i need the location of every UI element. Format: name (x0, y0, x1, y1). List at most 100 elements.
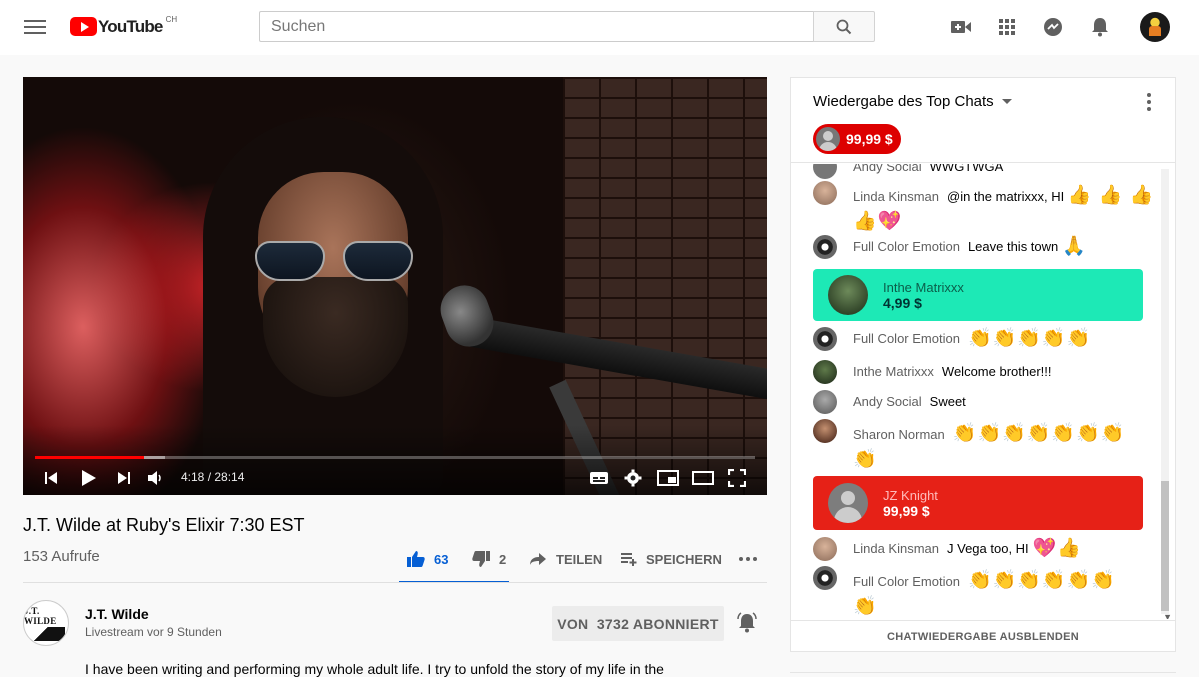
chat-author[interactable]: Andy Social (853, 164, 922, 177)
superchat-message[interactable]: Inthe Matrixxx 4,99 $ (813, 269, 1143, 321)
video-player[interactable]: 4:18 / 28:14 (23, 77, 767, 495)
chat-scrollbar[interactable] (1161, 169, 1169, 614)
search-button[interactable] (813, 11, 875, 42)
chat-messages: Andy Social WWGTWGA Linda Kinsman @in the… (791, 164, 1175, 619)
search-icon (836, 19, 852, 34)
chat-author[interactable]: Inthe Matrixxx (853, 362, 934, 382)
thumbs-up-icon (407, 551, 425, 567)
chat-text: Sweet (929, 394, 966, 409)
settings-gear-icon[interactable] (624, 467, 642, 489)
avatar (813, 327, 837, 351)
scroll-down-arrow-icon[interactable]: ▼ (1163, 612, 1172, 619)
chat-author[interactable]: Sharon Norman (853, 427, 945, 442)
chat-author[interactable]: Full Color Emotion (853, 574, 960, 589)
superchat-ticker[interactable]: 99,99 $ (813, 124, 901, 154)
chat-mode-dropdown[interactable]: Wiedergabe des Top Chats (813, 93, 1012, 110)
messages-icon[interactable] (1042, 16, 1064, 38)
view-count: 153 Aufrufe (23, 548, 100, 565)
top-bar: YouTube CH (0, 0, 1199, 55)
dislike-button[interactable]: 2 (471, 548, 506, 570)
subscribed-button[interactable]: VON 3732 ABONNIERT (552, 606, 724, 641)
chat-text: J Vega too, HI (947, 541, 1029, 556)
chat-message: Full Color Emotion Leave this town 🙏 (813, 235, 1087, 259)
chat-text: Welcome brother!!! (941, 364, 1052, 379)
youtube-play-icon (70, 17, 97, 36)
progress-buffer (144, 456, 165, 459)
chat-message: Andy Social Sweet (813, 390, 966, 414)
channel-name[interactable]: J.T. Wilde (85, 606, 149, 622)
chat-message: Sharon Norman 👏👏👏👏👏👏👏 👏 (813, 419, 1126, 473)
avatar (813, 360, 837, 384)
progress-played (35, 456, 145, 459)
ticker-amount: 99,99 $ (846, 131, 893, 147)
chat-author[interactable]: Full Color Emotion (853, 237, 960, 257)
more-actions-icon[interactable] (738, 548, 758, 570)
superchat-message[interactable]: JZ Knight 99,99 $ (813, 476, 1143, 530)
volume-icon[interactable] (147, 467, 165, 489)
emoji: 👏 (853, 449, 878, 470)
notifications-bell-icon[interactable] (1089, 16, 1111, 38)
chat-text: @in the matrixxx, HI (947, 189, 1065, 204)
menu-icon[interactable] (24, 17, 46, 37)
avatar (813, 181, 837, 205)
play-icon[interactable] (79, 467, 97, 489)
hide-chat-replay-button[interactable]: CHATWIEDERGABE AUSBLENDEN (791, 620, 1175, 652)
share-icon (530, 553, 546, 565)
avatar (828, 275, 868, 315)
chat-message: Linda Kinsman @in the matrixxx, HI 👍 👍 👍 … (813, 181, 1155, 235)
user-avatar[interactable] (1140, 12, 1170, 42)
like-count: 63 (434, 551, 449, 567)
search-box (259, 11, 814, 42)
like-button[interactable]: 63 (406, 548, 448, 570)
share-button[interactable]: TEILEN (529, 548, 602, 570)
emoji: 👏👏👏👏👏👏👏 (952, 423, 1126, 444)
divider (23, 582, 767, 583)
theater-mode-icon[interactable] (692, 467, 714, 489)
avatar (813, 235, 837, 259)
progress-bar[interactable] (35, 456, 755, 459)
avatar (813, 419, 837, 443)
superchat-author[interactable]: Inthe Matrixxx (883, 280, 964, 295)
scrollbar-thumb[interactable] (1161, 481, 1169, 611)
notification-bell-icon[interactable] (736, 612, 758, 639)
chat-text: WWGTWGA (929, 164, 1004, 174)
fullscreen-icon[interactable] (728, 467, 746, 489)
stream-info: Livestream vor 9 Stunden (85, 625, 222, 639)
subtitles-icon[interactable] (589, 467, 609, 489)
add-to-playlist-icon (621, 553, 637, 566)
subscribed-label: VON 3732 ABONNIERT (557, 615, 719, 632)
time-display: 4:18 / 28:14 (181, 470, 245, 484)
search-input[interactable] (260, 12, 814, 41)
avatar (813, 390, 837, 414)
miniplayer-icon[interactable] (657, 467, 679, 489)
chat-author[interactable]: Linda Kinsman (853, 539, 939, 559)
chat-message: Full Color Emotion 👏👏👏👏👏👏 👏 (813, 566, 1116, 619)
chat-message: Inthe Matrixxx Welcome brother!!! (813, 360, 1052, 384)
superchat-author[interactable]: JZ Knight (883, 488, 938, 503)
share-label: TEILEN (556, 551, 603, 567)
create-video-icon[interactable] (950, 16, 972, 38)
channel-avatar[interactable]: J.T. WILDE (23, 600, 69, 646)
default-avatar-icon (816, 127, 840, 151)
emoji: 👏👏👏👏👏 (967, 328, 1092, 349)
chat-author[interactable]: Linda Kinsman (853, 189, 939, 204)
emoji: 👍 👍 👍 (1067, 185, 1155, 206)
chat-header: Wiedergabe des Top Chats 99,99 $ (791, 78, 1175, 163)
video-title: J.T. Wilde at Ruby's Elixir 7:30 EST (23, 515, 305, 535)
avatar (813, 566, 837, 590)
thumbs-down-icon (472, 551, 490, 567)
chat-message: Full Color Emotion 👏👏👏👏👏 (813, 327, 1092, 351)
chat-author[interactable]: Full Color Emotion (853, 329, 960, 349)
youtube-logo[interactable]: YouTube CH (70, 15, 177, 37)
previous-icon[interactable] (43, 467, 59, 489)
save-button[interactable]: SPEICHERN (620, 548, 722, 570)
apps-grid-icon[interactable] (996, 16, 1018, 38)
chat-menu-icon[interactable] (1147, 93, 1151, 114)
next-icon[interactable] (116, 467, 132, 489)
emoji: 👍💖 (853, 211, 903, 232)
superchat-amount: 99,99 $ (883, 502, 930, 519)
dislike-count: 2 (499, 551, 507, 567)
chat-author[interactable]: Andy Social (853, 392, 922, 412)
default-avatar-icon (828, 483, 868, 523)
superchat-amount: 4,99 $ (883, 294, 922, 311)
